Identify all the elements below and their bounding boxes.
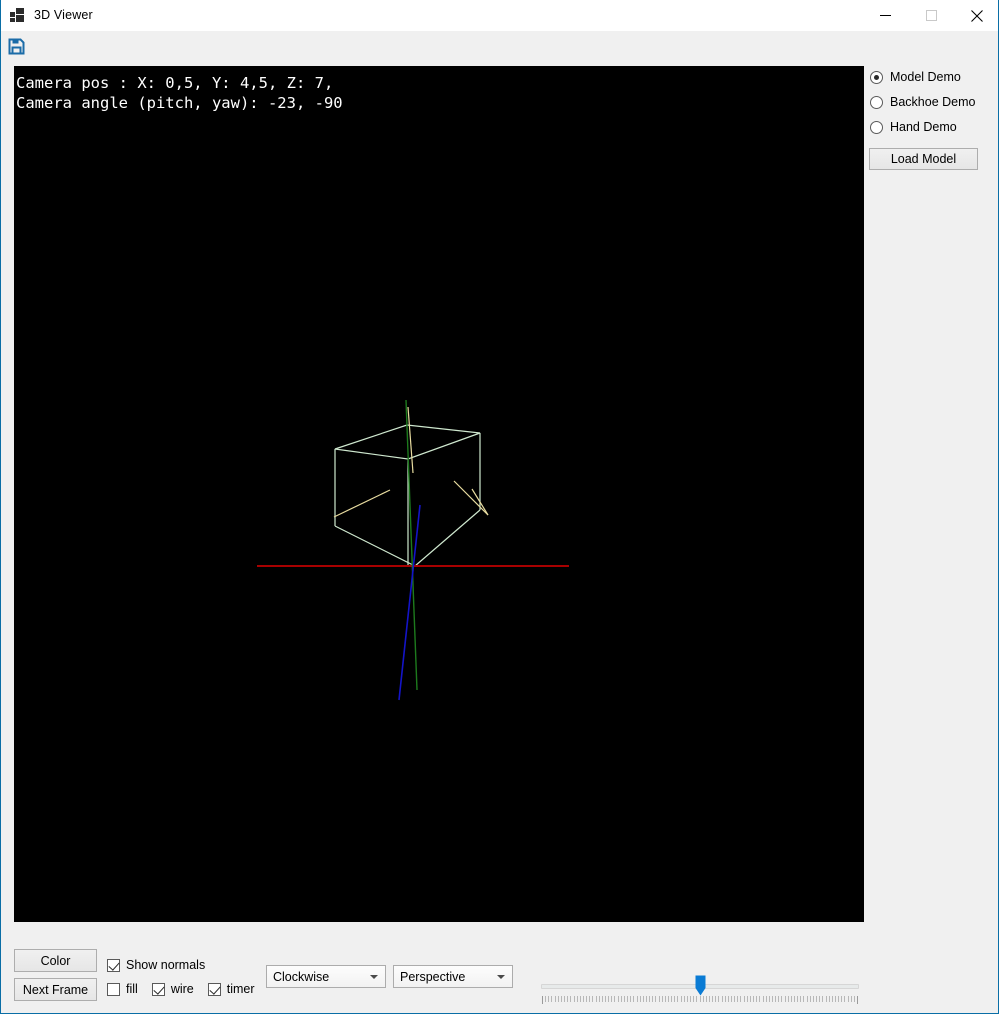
render-viewport[interactable]: Camera pos : X: 0,5, Y: 4,5, Z: 7, Camer…: [14, 66, 864, 922]
checkbox-timer[interactable]: timer: [208, 982, 255, 996]
projection-mode-dropdown[interactable]: Perspective: [393, 965, 513, 988]
radio-backhoe-demo[interactable]: Backhoe Demo: [867, 91, 992, 113]
checkbox-indicator: [208, 983, 221, 996]
next-frame-button[interactable]: Next Frame: [14, 978, 97, 1001]
checkbox-label: Show normals: [126, 958, 205, 972]
camera-hud: Camera pos : X: 0,5, Y: 4,5, Z: 7, Camer…: [16, 73, 343, 113]
demo-selector-panel: Model Demo Backhoe Demo Hand Demo Load M…: [867, 66, 992, 186]
checkbox-row-primary: Show normals: [107, 958, 219, 972]
projection-mode-value: Perspective: [400, 970, 465, 984]
checkbox-indicator: [152, 983, 165, 996]
checkbox-indicator: [107, 959, 120, 972]
radio-label: Model Demo: [890, 70, 961, 84]
radio-indicator: [870, 71, 883, 84]
maximize-button[interactable]: [908, 0, 954, 31]
bottom-controls-bar: Color Next Frame Show normals fill wire …: [1, 930, 999, 1014]
radio-indicator: [870, 96, 883, 109]
zoom-slider[interactable]: [541, 952, 859, 1000]
checkbox-label: wire: [171, 982, 194, 996]
checkbox-fill[interactable]: fill: [107, 982, 138, 996]
maximize-icon: [926, 10, 937, 21]
close-button[interactable]: [954, 0, 999, 31]
slider-thumb[interactable]: [695, 975, 706, 996]
radio-hand-demo[interactable]: Hand Demo: [867, 116, 992, 138]
radio-model-demo[interactable]: Model Demo: [867, 66, 992, 88]
checkbox-show-normals[interactable]: Show normals: [107, 958, 205, 972]
slider-thumb-icon: [695, 975, 706, 996]
checkbox-wire[interactable]: wire: [152, 982, 194, 996]
checkbox-label: timer: [227, 982, 255, 996]
close-icon: [971, 10, 983, 22]
radio-indicator: [870, 121, 883, 134]
app-windows-icon: [10, 7, 26, 23]
checkbox-indicator: [107, 983, 120, 996]
minimize-icon: [880, 10, 891, 21]
radio-label: Hand Demo: [890, 120, 957, 134]
winding-order-dropdown[interactable]: Clockwise: [266, 965, 386, 988]
winding-order-value: Clockwise: [273, 970, 329, 984]
save-button[interactable]: [4, 34, 28, 58]
load-model-button[interactable]: Load Model: [869, 148, 978, 170]
toolbar: [1, 31, 999, 61]
checkbox-row-secondary: fill wire timer: [107, 982, 269, 996]
chevron-down-icon: [370, 975, 378, 979]
title-bar[interactable]: 3D Viewer: [1, 0, 999, 31]
face-normals: [334, 407, 488, 517]
minimize-button[interactable]: [862, 0, 908, 31]
scene-canvas: [14, 66, 864, 922]
color-button[interactable]: Color: [14, 949, 97, 972]
hud-camera-angle: Camera angle (pitch, yaw): -23, -90: [16, 94, 343, 112]
hud-camera-pos: Camera pos : X: 0,5, Y: 4,5, Z: 7,: [16, 74, 333, 92]
scene-axes: [257, 400, 569, 700]
radio-label: Backhoe Demo: [890, 95, 975, 109]
slider-tick-marks: [542, 996, 858, 1004]
checkbox-label: fill: [126, 982, 138, 996]
window-title: 3D Viewer: [34, 8, 93, 22]
save-floppy-icon: [8, 38, 25, 55]
chevron-down-icon: [497, 975, 505, 979]
app-window: 3D Viewer: [0, 0, 999, 1014]
window-controls: [862, 0, 999, 31]
